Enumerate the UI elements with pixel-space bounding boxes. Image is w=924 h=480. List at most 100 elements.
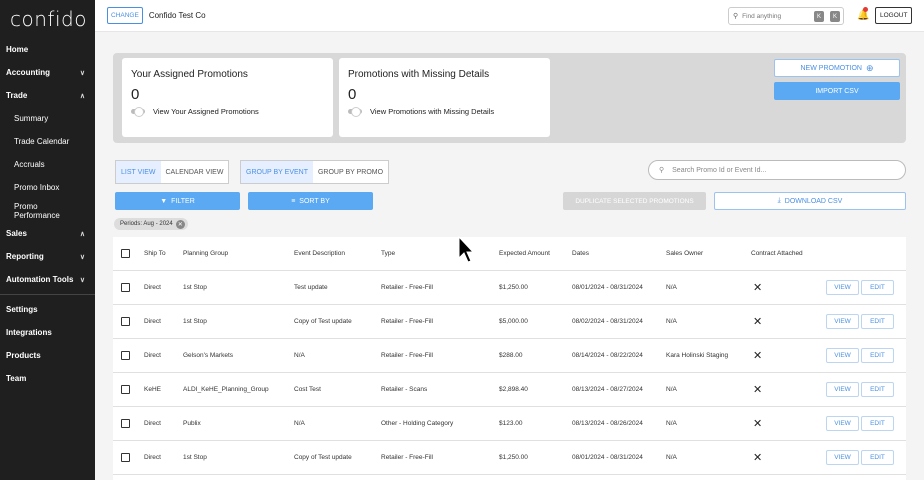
top-bar: CHANGE Confido Test Co ⚲ Find anything K… <box>95 0 924 32</box>
chevron-up-icon: ∧ <box>79 92 85 100</box>
table-cell: Gelson's Markets <box>183 352 234 359</box>
view-button[interactable]: VIEW <box>826 382 859 397</box>
close-icon[interactable]: ✕ <box>175 219 185 229</box>
edit-button[interactable]: EDIT <box>861 416 894 431</box>
view-button[interactable]: VIEW <box>826 280 859 295</box>
sidebar-item-accounting[interactable]: Accounting ∨ <box>0 61 95 84</box>
table-cell: Retailer - Free-Fill <box>381 352 434 359</box>
edit-button[interactable]: EDIT <box>861 382 894 397</box>
table-cell: 08/01/2024 - 08/31/2024 <box>572 454 643 461</box>
table-cell: Other - Holding Category <box>381 420 454 427</box>
toggle-switch[interactable] <box>348 107 362 117</box>
column-header: Sales Owner <box>666 250 704 257</box>
sidebar-item-integrations[interactable]: Integrations <box>0 321 95 344</box>
change-company-button[interactable]: CHANGE <box>107 7 143 24</box>
filter-label: FILTER <box>171 197 195 205</box>
list-view-tab[interactable]: LIST VIEW <box>116 161 161 183</box>
view-button[interactable]: VIEW <box>826 450 859 465</box>
sidebar-nav: Home Accounting ∨ Trade ∧ Summary Trade Calend… <box>0 38 95 390</box>
sidebar-item-summary[interactable]: Summary <box>0 107 95 130</box>
table-cell: Retailer - Scans <box>381 386 428 393</box>
sidebar-item-promo-inbox[interactable]: Promo Inbox <box>0 176 95 199</box>
edit-button[interactable]: EDIT <box>861 314 894 329</box>
row-checkbox[interactable] <box>121 351 130 360</box>
import-csv-button[interactable]: IMPORT CSV <box>774 82 900 100</box>
column-header: Contract Attached <box>751 250 803 257</box>
sidebar-item-settings[interactable]: Settings <box>0 298 95 321</box>
chevron-down-icon: ∨ <box>79 69 85 77</box>
view-cell: VIEW <box>826 441 859 474</box>
sidebar-item-automation-tools[interactable]: Automation Tools ∨ <box>0 268 95 291</box>
promo-search-input[interactable]: ⚲ Search Promo Id or Event Id... <box>648 160 906 180</box>
sidebar-item-label: Settings <box>6 305 38 314</box>
edit-button[interactable]: EDIT <box>861 280 894 295</box>
sidebar-item-label: Integrations <box>6 328 52 337</box>
sort-by-button[interactable]: ≡ SORT BY <box>248 192 373 210</box>
duplicate-promotions-button[interactable]: DUPLICATE SELECTED PROMOTIONS <box>563 192 706 210</box>
sidebar-item-label: Automation Tools <box>6 275 74 284</box>
toggle-switch[interactable] <box>131 107 145 117</box>
sidebar-divider <box>0 294 95 295</box>
confido-logo[interactable]: confido <box>0 0 95 38</box>
edit-button[interactable]: EDIT <box>861 348 894 363</box>
view-button[interactable]: VIEW <box>826 314 859 329</box>
table-cell: 08/14/2024 - 08/22/2024 <box>572 352 643 359</box>
row-checkbox[interactable] <box>121 317 130 326</box>
search-icon: ⚲ <box>733 13 739 20</box>
chevron-down-icon: ∨ <box>79 276 85 284</box>
assigned-toggle[interactable]: View Your Assigned Promotions <box>131 107 324 117</box>
download-csv-button[interactable]: ⤓ DOWNLOAD CSV <box>714 192 906 210</box>
checkbox-cell <box>121 373 130 406</box>
row-checkbox[interactable] <box>121 385 130 394</box>
edit-button[interactable]: EDIT <box>861 450 894 465</box>
logout-button[interactable]: LOGOUT <box>875 7 913 24</box>
sidebar-item-accruals[interactable]: Accruals <box>0 153 95 176</box>
card-title: Your Assigned Promotions <box>131 69 248 80</box>
sidebar-item-trade-calendar[interactable]: Trade Calendar <box>0 130 95 153</box>
select-all-checkbox[interactable] <box>121 249 130 258</box>
table-row: Direct 1st Stop Test update Retailer - Free… <box>113 271 906 305</box>
table-cell: 1st Stop <box>183 318 207 325</box>
sidebar-item-team[interactable]: Team <box>0 367 95 390</box>
column-header: Event Description <box>294 250 345 257</box>
table-cell: ALDI_KeHE_Planning_Group <box>183 386 269 393</box>
table-cell: Copy of Test update <box>294 318 352 325</box>
table-row: Direct 1st Stop Copy of Test update Retaile… <box>113 441 906 475</box>
calendar-view-tab[interactable]: CALENDAR VIEW <box>161 161 229 183</box>
group-by-event-tab[interactable]: GROUP BY EVENT <box>241 161 313 183</box>
sidebar-item-label: Sales <box>6 229 27 238</box>
new-promotion-button[interactable]: NEW PROMOTION ⊕ <box>774 59 900 77</box>
sidebar-item-promo-performance[interactable]: Promo Performance <box>0 199 95 222</box>
row-checkbox[interactable] <box>121 283 130 292</box>
period-filter-chip[interactable]: Periods: Aug - 2024 ✕ <box>114 218 188 230</box>
download-csv-label: DOWNLOAD CSV <box>784 197 843 205</box>
sidebar-item-reporting[interactable]: Reporting ∨ <box>0 245 95 268</box>
sidebar-item-home[interactable]: Home <box>0 38 95 61</box>
missing-toggle[interactable]: View Promotions with Missing Details <box>348 107 541 117</box>
table-cell: $1,250.00 <box>499 284 528 291</box>
sort-icon: ≡ <box>291 197 296 205</box>
sort-by-label: SORT BY <box>299 197 330 205</box>
filter-icon: ▼ <box>160 197 168 205</box>
table-cell: 08/02/2024 - 08/31/2024 <box>572 318 643 325</box>
sidebar-item-label: Promo Performance <box>14 201 60 220</box>
card-count: 0 <box>348 86 357 103</box>
checkbox-cell <box>121 237 130 270</box>
view-button[interactable]: VIEW <box>826 416 859 431</box>
group-by-promo-tab[interactable]: GROUP BY PROMO <box>313 161 388 183</box>
row-checkbox[interactable] <box>121 453 130 462</box>
table-cell: 08/01/2024 - 08/31/2024 <box>572 284 643 291</box>
table-row: Direct Publix N/A Other - Holding Category $… <box>113 407 906 441</box>
column-header: Type <box>381 250 396 257</box>
sidebar-item-products[interactable]: Products <box>0 344 95 367</box>
card-count: 0 <box>131 86 140 103</box>
view-button[interactable]: VIEW <box>826 348 859 363</box>
filter-button[interactable]: ▼ FILTER <box>115 192 240 210</box>
sidebar-item-sales[interactable]: Sales ∧ <box>0 222 95 245</box>
toggle-label: View Promotions with Missing Details <box>370 107 495 116</box>
table-cell: 1st Stop <box>183 454 207 461</box>
sidebar-item-trade[interactable]: Trade ∧ <box>0 84 95 107</box>
row-checkbox[interactable] <box>121 419 130 428</box>
find-anything-input[interactable]: ⚲ Find anything K K <box>728 7 844 25</box>
promo-search-placeholder: Search Promo Id or Event Id... <box>672 166 767 174</box>
